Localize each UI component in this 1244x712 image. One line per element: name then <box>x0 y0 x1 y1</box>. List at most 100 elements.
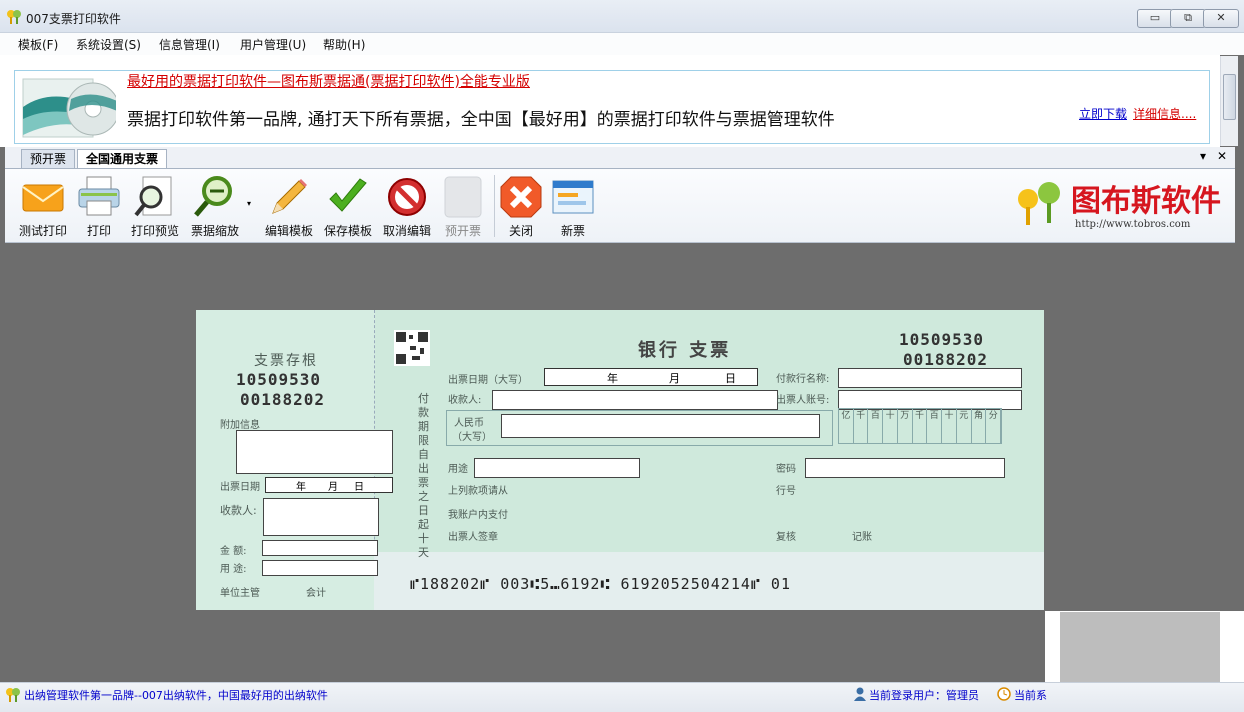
menu-settings[interactable]: 系统设置(S) <box>76 36 141 53</box>
details-link[interactable]: 详细信息.... <box>1133 105 1196 122</box>
cancel-edit-button[interactable]: 取消编辑 <box>377 173 437 239</box>
stub-number-2: 00188202 <box>240 390 326 409</box>
digit-unit-cell: 千 <box>854 409 869 443</box>
minimize-button[interactable]: ▭ <box>1137 9 1173 28</box>
digit-unit-cell: 分 <box>986 409 1002 443</box>
window-title: 007支票打印软件 <box>26 12 121 26</box>
stub-month-label: 月 <box>328 482 338 493</box>
amount-digit-grid: 亿千百十万千百十元角分 <box>838 408 1002 444</box>
menu-help[interactable]: 帮助(H) <box>323 36 365 53</box>
stub-date-field[interactable]: 年 月 日 <box>265 477 393 493</box>
pre-invoice-button[interactable]: 预开票 <box>433 173 493 239</box>
digit-unit-cell: 万 <box>898 409 913 443</box>
restore-icon: ⧉ <box>1184 11 1192 24</box>
tab-dropdown-icon[interactable]: ▾ <box>1200 149 1206 163</box>
amount-words-field[interactable] <box>501 414 820 438</box>
brand-name: 图布斯软件 <box>1071 184 1221 219</box>
password-field[interactable] <box>805 458 1005 478</box>
month-label: 月 <box>669 372 680 385</box>
menu-info[interactable]: 信息管理(I) <box>159 36 220 53</box>
stub-title: 支票存根 <box>254 353 318 369</box>
account-field[interactable] <box>838 390 1022 410</box>
minimize-icon: ▭ <box>1149 11 1161 24</box>
issue-date-field[interactable]: 年 月 日 <box>544 368 758 386</box>
print-button[interactable]: 打印 <box>69 173 129 239</box>
status-message: 出纳管理软件第一品牌--007出纳软件，中国最好用的出纳软件 <box>24 689 328 702</box>
year-label: 年 <box>607 372 618 385</box>
current-user: 当前登录用户：管理员 <box>869 689 979 702</box>
cheque-number-1: 10509530 <box>899 330 985 349</box>
tobros-brand-logo: 图布斯软件 http://www.tobros.com <box>1018 182 1221 230</box>
download-link[interactable]: 立即下载 <box>1079 105 1127 122</box>
edit-template-button[interactable]: 编辑模板 <box>259 173 319 239</box>
tab-label: 全国通用支票 <box>86 152 159 166</box>
pencil-icon <box>272 179 307 214</box>
purpose-label: 用途 <box>448 464 468 475</box>
menu-users[interactable]: 用户管理(U) <box>240 36 306 53</box>
printer-icon <box>78 176 120 216</box>
no-entry-icon <box>388 178 426 216</box>
stub-amount-label: 金 额: <box>220 546 247 557</box>
stub-purpose-field[interactable] <box>262 560 378 576</box>
stub-extra-label: 附加信息 <box>220 420 260 431</box>
qr-code-icon <box>394 330 430 366</box>
digit-unit-cell: 百 <box>868 409 884 443</box>
payer-bank-field[interactable] <box>838 368 1022 388</box>
scrollbar-thumb[interactable] <box>1223 74 1236 120</box>
tool-label: 编辑模板 <box>264 224 313 238</box>
product-cd-image <box>22 78 116 138</box>
stub-year-label: 年 <box>296 482 306 493</box>
purpose-field[interactable] <box>474 458 640 478</box>
envelope-icon <box>22 184 64 212</box>
drawer-sign-label: 出票人签章 <box>448 532 498 543</box>
zoom-dropdown-icon[interactable]: ▾ <box>247 199 251 208</box>
test-print-button[interactable]: 测试打印 <box>13 173 73 239</box>
stub-extra-field[interactable] <box>236 430 393 474</box>
ad-banner: 最好用的票据打印软件—图布斯票据通(票据打印软件)全能专业版 票据打印软件第一品… <box>14 70 1210 144</box>
user-icon <box>854 687 866 701</box>
tab-general-cheque[interactable]: 全国通用支票 <box>77 149 168 168</box>
status-bar: 出纳管理软件第一品牌--007出纳软件，中国最好用的出纳软件 当前登录用户：管理… <box>0 682 1244 712</box>
toolbar: 测试打印 打印 打印预览 票据缩放 ▾ 编辑模板 保存模板 取消编辑 预开票 关… <box>5 169 1235 243</box>
stub-amount-field[interactable] <box>262 540 378 556</box>
line-no-label: 行号 <box>776 486 796 497</box>
close-window-button[interactable]: ✕ <box>1203 9 1239 28</box>
tab-close-icon[interactable]: ✕ <box>1217 149 1227 163</box>
validity-vertical-text: 付款期限自出票之日起十天 <box>418 392 429 559</box>
brand-url: http://www.tobros.com <box>1075 219 1191 230</box>
tool-label: 新票 <box>560 224 585 238</box>
digit-unit-cell: 十 <box>942 409 957 443</box>
password-label: 密码 <box>776 464 796 475</box>
account-pay-label: 我账户内支付 <box>448 510 508 521</box>
print-preview-button[interactable]: 打印预览 <box>125 173 185 239</box>
stub-payee-field[interactable] <box>263 498 379 536</box>
tool-label: 打印预览 <box>130 224 179 238</box>
stub-manager-label: 单位主管 <box>220 588 260 599</box>
close-x-icon <box>500 176 542 218</box>
current-time: 当前系 <box>1014 689 1047 702</box>
menu-template[interactable]: 模板(F) <box>18 36 58 53</box>
stub-number-1: 10509530 <box>236 370 322 389</box>
maximize-button[interactable]: ⧉ <box>1170 9 1206 28</box>
micr-line: ⑈188202⑈ 003⑆5⑉6192⑆ 6192052504214⑈ 01 <box>410 575 791 593</box>
close-icon: ✕ <box>1216 11 1226 24</box>
payee-label: 收款人: <box>448 395 482 406</box>
rmb-label: 人民币 <box>454 418 484 429</box>
rmb-upper-label: （大写） <box>452 432 492 443</box>
new-ticket-button[interactable]: 新票 <box>543 173 603 239</box>
zoom-button[interactable]: 票据缩放 ▾ <box>185 173 251 239</box>
save-template-button[interactable]: 保存模板 <box>318 173 378 239</box>
blank-icon <box>444 176 482 218</box>
cheque-template: 支票存根 10509530 00188202 附加信息 出票日期 年 月 日 收… <box>196 310 1044 610</box>
digit-unit-cell: 角 <box>972 409 987 443</box>
banner-headline[interactable]: 最好用的票据打印软件—图布斯票据通(票据打印软件)全能专业版 <box>127 71 530 91</box>
checkmark-icon <box>329 178 367 212</box>
account-label: 出票人账号: <box>776 395 830 406</box>
review-label: 复核 <box>776 532 796 543</box>
print-preview-icon <box>134 176 172 217</box>
stub-accountant-label: 会计 <box>306 588 326 599</box>
payee-field[interactable] <box>492 390 778 410</box>
tool-label: 票据缩放 <box>190 224 239 238</box>
digit-unit-cell: 元 <box>957 409 972 443</box>
tab-pre-invoice[interactable]: 预开票 <box>21 149 76 168</box>
